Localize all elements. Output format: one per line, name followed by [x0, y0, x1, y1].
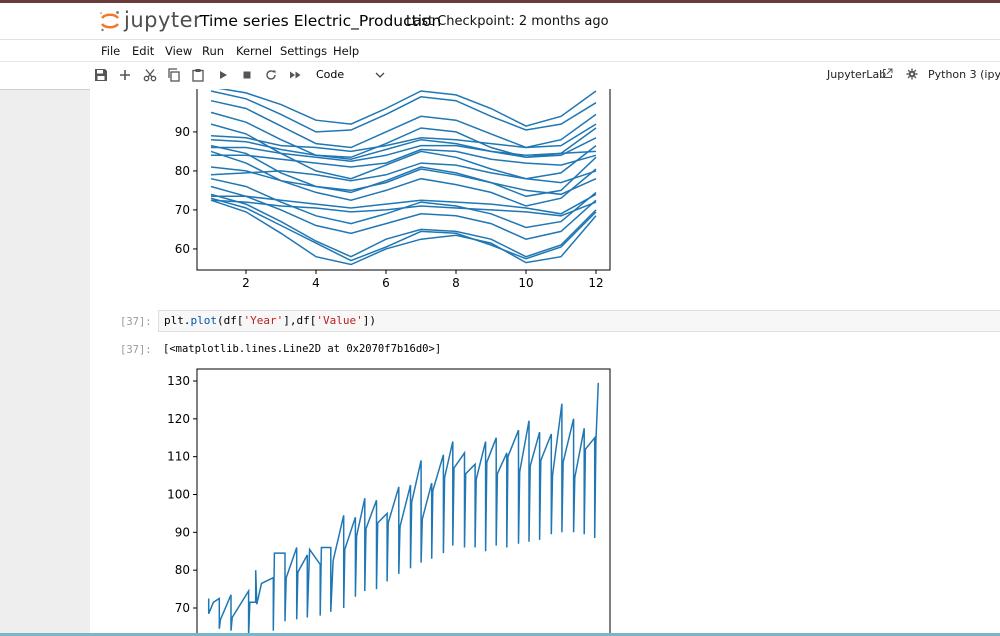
copy-icon[interactable]	[166, 67, 182, 83]
stop-icon[interactable]	[239, 67, 255, 83]
menu-edit[interactable]: Edit	[132, 44, 154, 58]
gear-icon[interactable]	[906, 68, 918, 80]
menu-settings[interactable]: Settings	[280, 44, 327, 58]
kernel-name[interactable]: Python 3 (ipyke	[928, 68, 1000, 81]
y-tick-label: 90	[175, 525, 190, 539]
code-text[interactable]: plt.plot(df['Year'],df['Value'])	[164, 314, 376, 327]
y-tick-label: 100	[167, 488, 190, 502]
restart-icon[interactable]	[263, 67, 279, 83]
x-tick-label: 12	[588, 276, 603, 290]
x-tick-label: 6	[382, 276, 390, 290]
series-line	[210, 99, 597, 149]
menu-file[interactable]: File	[101, 44, 120, 58]
jupyter-logo-icon[interactable]	[98, 9, 122, 33]
paste-icon[interactable]	[190, 67, 206, 83]
code-cell-input[interactable]: plt.plot(df['Year'],df['Value'])	[158, 310, 1000, 332]
chevron-down-icon[interactable]	[375, 71, 385, 79]
series-line	[210, 90, 597, 133]
series-line	[207, 382, 600, 636]
x-tick-label: 10	[518, 276, 533, 290]
output-text: [<matplotlib.lines.Line2D at 0x2070f7b16…	[163, 343, 442, 355]
y-tick-label: 80	[175, 563, 190, 577]
menu-view[interactable]: View	[165, 44, 192, 58]
y-tick-label: 120	[167, 412, 190, 426]
jupyterlab-link[interactable]: JupyterLab	[827, 68, 886, 81]
jupyter-logo-text[interactable]: jupyter	[124, 8, 202, 32]
last-checkpoint-text: Last Checkpoint: 2 months ago	[406, 14, 609, 29]
yearly-value-chart: 70 80 90 100 110 120 130	[167, 368, 611, 636]
menu-bar: File Edit View Run Kernel Settings Help	[0, 39, 1000, 62]
plot-area	[207, 382, 600, 636]
plot-area	[210, 89, 597, 266]
axes-frame	[196, 89, 611, 271]
y-tick-label: 90	[175, 125, 190, 139]
external-link-icon[interactable]	[882, 68, 893, 79]
save-icon[interactable]	[93, 67, 109, 83]
cut-icon[interactable]	[142, 67, 158, 83]
y-tick-label: 60	[175, 242, 190, 256]
menu-help[interactable]: Help	[333, 44, 359, 58]
cell-type-select[interactable]: Code	[316, 68, 344, 81]
y-tick-label: 110	[167, 450, 190, 464]
input-prompt: [37]:	[120, 316, 152, 328]
y-tick-label: 80	[175, 164, 190, 178]
x-tick-label: 8	[452, 276, 460, 290]
notebook-toolbar: Code JupyterLab Python 3 (ipyke	[0, 61, 1000, 90]
monthly-lines-chart: 2 4 6 8 10 12 60 70 80 90	[175, 89, 611, 290]
output-prompt: [37]:	[120, 344, 152, 356]
run-icon[interactable]	[215, 67, 231, 83]
x-tick-label: 4	[312, 276, 320, 290]
y-tick-label: 70	[175, 203, 190, 217]
menu-kernel[interactable]: Kernel	[236, 44, 272, 58]
plus-icon[interactable]	[117, 67, 133, 83]
fast-forward-icon[interactable]	[287, 67, 303, 83]
series-line	[210, 150, 597, 207]
y-tick-label: 130	[167, 374, 190, 388]
x-tick-label: 2	[242, 276, 250, 290]
menu-run[interactable]: Run	[202, 44, 224, 58]
notebook-header: jupyter Time series Electric_Production …	[0, 3, 1000, 39]
y-tick-label: 70	[175, 601, 190, 615]
